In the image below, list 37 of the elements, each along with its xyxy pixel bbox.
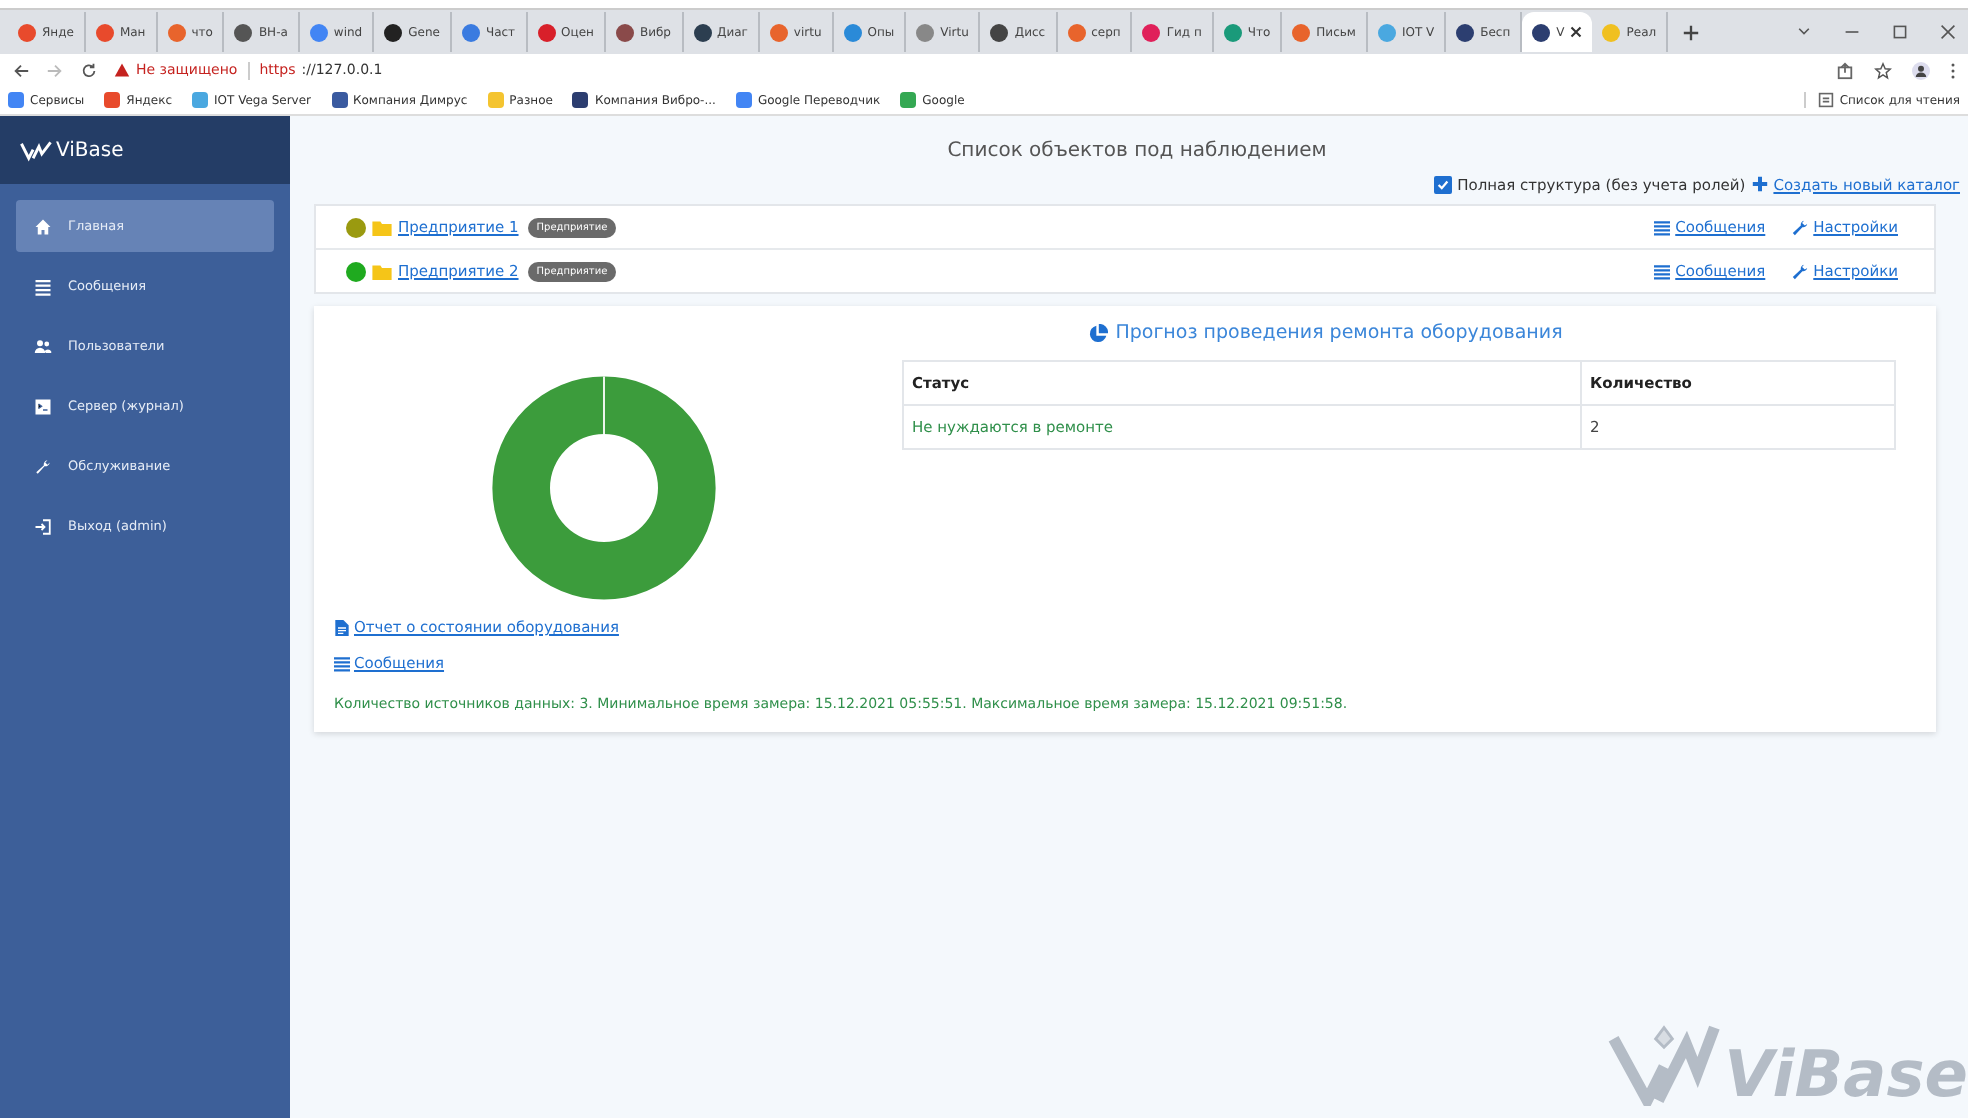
checkmark-icon xyxy=(1435,177,1450,191)
checkbox[interactable] xyxy=(1433,175,1452,193)
reading-list-icon xyxy=(1817,92,1834,108)
logo-icon xyxy=(1608,1022,1721,1106)
chevron-down-icon[interactable] xyxy=(1796,24,1812,40)
logo-text: ViBase xyxy=(56,139,124,161)
pie-chart-icon xyxy=(1087,323,1108,343)
warning-icon xyxy=(114,62,130,78)
plus-icon xyxy=(1751,176,1768,192)
reload-icon[interactable] xyxy=(80,61,98,79)
terminal-icon xyxy=(34,397,52,415)
folder-icon xyxy=(372,219,392,235)
back-icon[interactable] xyxy=(12,61,30,79)
close-icon[interactable] xyxy=(1940,24,1956,40)
share-icon[interactable] xyxy=(1836,61,1854,79)
star-icon[interactable] xyxy=(1874,61,1892,79)
forecast-title: Прогноз проведения ремонта оборудования xyxy=(1115,322,1563,344)
wrench-icon xyxy=(1791,219,1808,235)
brand-text: ViBase xyxy=(1724,1042,1968,1106)
more-icon[interactable] xyxy=(1950,61,1956,79)
list-icon xyxy=(334,655,350,671)
new-tab-icon[interactable] xyxy=(1682,23,1701,41)
close-icon[interactable] xyxy=(1570,26,1583,38)
list-icon xyxy=(1653,263,1670,279)
exit-icon xyxy=(34,517,52,535)
list-icon xyxy=(1653,219,1670,235)
document-icon xyxy=(334,619,350,635)
home-icon xyxy=(34,217,52,235)
wrench-icon xyxy=(1791,263,1808,279)
wrench-icon xyxy=(34,457,52,475)
profile-icon[interactable] xyxy=(1912,61,1930,79)
logo-icon xyxy=(20,139,52,161)
list-icon xyxy=(34,277,52,295)
folder-icon xyxy=(372,263,392,279)
users-icon xyxy=(34,337,52,355)
page-title: Список объектов под наблюдением xyxy=(945,140,1329,162)
maximize-icon[interactable] xyxy=(1892,24,1908,40)
